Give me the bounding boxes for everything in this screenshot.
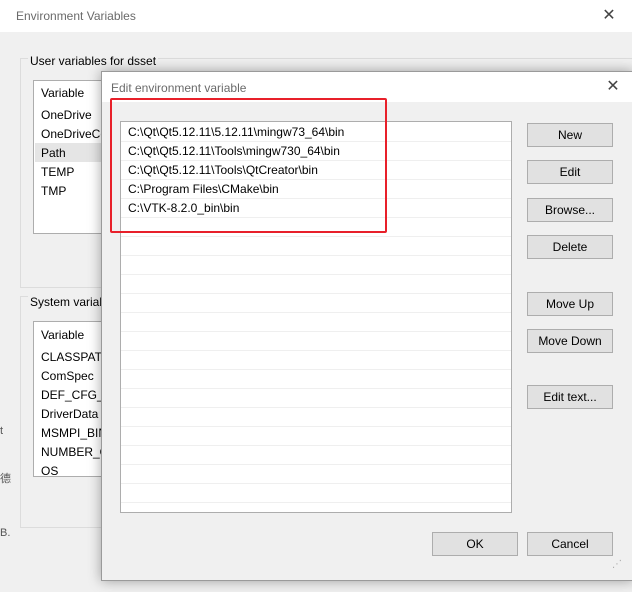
empty-row[interactable] [121,445,511,465]
list-item[interactable]: TMP [41,184,66,198]
empty-row[interactable] [121,274,511,294]
list-item[interactable]: Path [41,146,66,160]
red-highlight-annotation [110,98,387,233]
close-icon[interactable]: ✕ [598,5,620,27]
empty-row[interactable] [121,312,511,332]
empty-row[interactable] [121,483,511,503]
empty-row[interactable] [121,407,511,427]
title-bar: Environment Variables ✕ [0,0,632,32]
ok-button[interactable]: OK [432,532,518,556]
browse-button[interactable]: Browse... [527,198,613,222]
delete-button[interactable]: Delete [527,235,613,259]
cancel-button[interactable]: Cancel [527,532,613,556]
user-variables-label: User variables for dsset [28,54,159,68]
list-item[interactable]: NUMBER_O [41,445,109,459]
empty-row[interactable] [121,369,511,389]
edit-environment-variable-dialog: Edit environment variable ✕ C:\Qt\Qt5.12… [101,71,632,581]
move-down-button[interactable]: Move Down [527,329,613,353]
empty-row[interactable] [121,255,511,275]
system-variables-label: System variab [28,295,109,309]
empty-row[interactable] [121,426,511,446]
empty-row[interactable] [121,464,511,484]
list-header-variable[interactable]: Variable [41,328,84,342]
list-header-variable[interactable]: Variable [41,86,84,100]
edit-text-button[interactable]: Edit text... [527,385,613,409]
new-button[interactable]: New [527,123,613,147]
list-item[interactable]: OneDrive [41,108,92,122]
list-item[interactable]: OneDriveCo [41,127,107,141]
list-item[interactable]: TEMP [41,165,74,179]
list-item[interactable]: MSMPI_BIN [41,426,107,440]
empty-row[interactable] [121,388,511,408]
dialog-title: Edit environment variable [111,81,247,95]
edge-text: 德 [0,473,11,485]
empty-row[interactable] [121,331,511,351]
edge-text: B. [0,527,11,539]
empty-row[interactable] [121,350,511,370]
list-item[interactable]: DriverData [41,407,98,421]
list-item[interactable]: OS [41,464,58,476]
edge-text: t [0,425,4,437]
window-title: Environment Variables [16,9,136,23]
empty-row[interactable] [121,236,511,256]
resize-grip-icon[interactable]: ⋰ [612,560,626,575]
edit-button[interactable]: Edit [527,160,613,184]
move-up-button[interactable]: Move Up [527,292,613,316]
close-icon[interactable]: ✕ [602,76,624,98]
list-item[interactable]: ComSpec [41,369,94,383]
empty-row[interactable] [121,293,511,313]
